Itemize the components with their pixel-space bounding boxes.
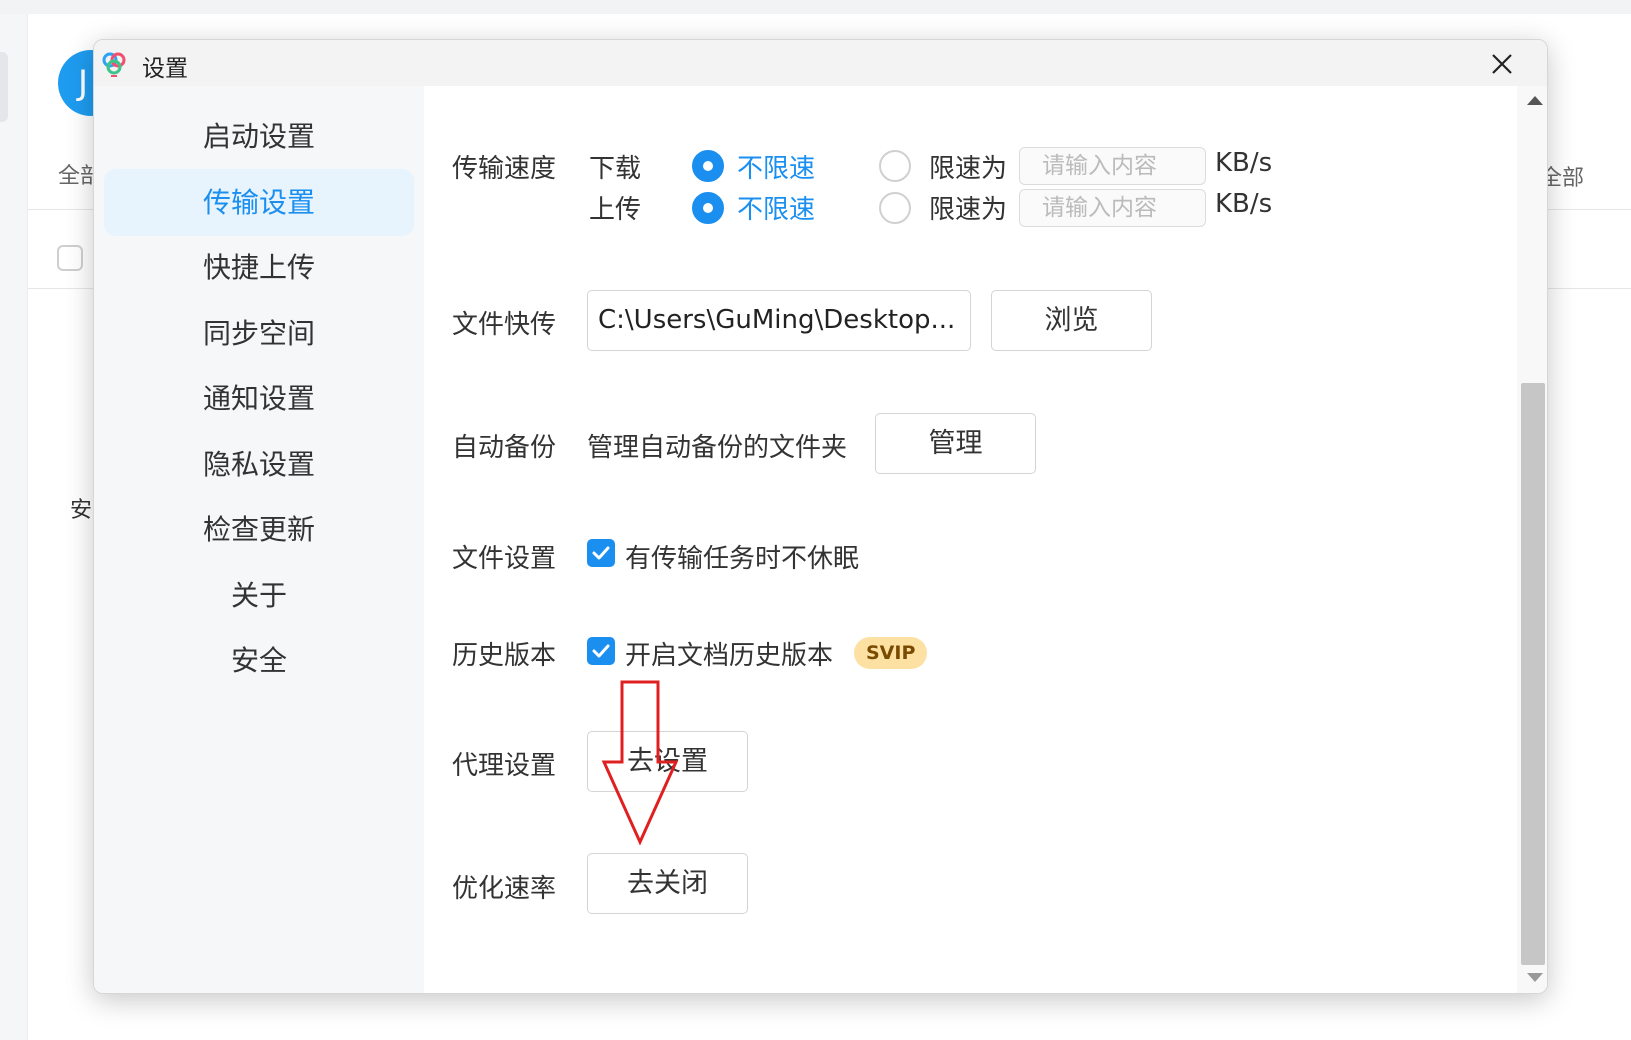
background-top-bar [0,0,1631,14]
check-icon [592,644,610,658]
svip-badge: SVIP [854,637,928,669]
sidebar-item-notification[interactable]: 通知设置 [104,365,414,432]
no-sleep-option-label[interactable]: 有传输任务时不休眠 [625,538,859,575]
history-version-checkbox[interactable] [587,637,615,665]
optimize-rate-label: 优化速率 [452,874,557,904]
sidebar-item-sync-space[interactable]: 同步空间 [104,300,414,367]
download-limit-input[interactable]: 请输入内容 [1019,147,1206,185]
background-left-strip [0,14,28,1040]
background-select-all-checkbox[interactable] [57,245,83,271]
history-version-option-label[interactable]: 开启文档历史版本 [625,635,833,672]
upload-unlimited-radio[interactable] [692,192,724,224]
browse-button[interactable]: 浏览 [991,290,1152,351]
dialog-titlebar[interactable]: 设置 [94,40,1547,86]
download-label: 下载 [589,154,642,184]
app-logo-icon [102,52,126,77]
proxy-settings-button[interactable]: 去设置 [587,731,748,792]
file-quick-label: 文件快传 [452,310,557,340]
sidebar-item-check-update[interactable]: 检查更新 [104,496,414,563]
close-button[interactable] [1484,46,1520,82]
transfer-speed-label: 传输速度 [452,154,557,184]
upload-limit-input[interactable]: 请输入内容 [1019,189,1206,227]
sidebar-item-startup[interactable]: 启动设置 [104,103,414,170]
download-limit-label[interactable]: 限速为 [929,148,1007,185]
dialog-title: 设置 [142,56,188,82]
sidebar-item-privacy[interactable]: 隐私设置 [104,431,414,498]
check-icon [592,546,610,560]
upload-label: 上传 [589,195,642,225]
background-nav-chip[interactable] [0,52,8,122]
scroll-down-arrow-icon[interactable] [1527,973,1543,982]
manage-button[interactable]: 管理 [875,413,1036,474]
history-version-label: 历史版本 [452,641,557,671]
upload-unit-label: KB/s [1215,189,1273,219]
sidebar-item-about[interactable]: 关于 [104,562,414,629]
upload-limit-radio[interactable] [879,192,911,224]
upload-unlimited-label[interactable]: 不限速 [737,189,815,226]
file-quick-path-field[interactable]: C:\Users\GuMing\Desktop... [587,290,971,351]
sidebar-item-security[interactable]: 安全 [104,627,414,694]
settings-dialog: 设置 启动设置 传输设置 快捷上传 同步空间 通知设置 隐私设置 检查更新 关于… [93,39,1548,994]
scroll-up-arrow-icon[interactable] [1527,96,1543,105]
scroll-thumb[interactable] [1521,383,1545,965]
download-unlimited-label[interactable]: 不限速 [737,148,815,185]
settings-sidebar: 启动设置 传输设置 快捷上传 同步空间 通知设置 隐私设置 检查更新 关于 安全 [94,86,424,993]
background-side-text: 安 [70,498,93,523]
proxy-label: 代理设置 [452,751,557,781]
auto-backup-description: 管理自动备份的文件夹 [587,433,848,463]
download-limit-radio[interactable] [879,150,911,182]
settings-content: 传输速度 下载 不限速 限速为 请输入内容 KB/s 上传 不限速 限速为 请输… [424,86,1489,993]
sidebar-item-transfer[interactable]: 传输设置 [104,169,414,236]
upload-limit-label[interactable]: 限速为 [929,189,1007,226]
auto-backup-label: 自动备份 [452,433,557,463]
file-settings-label: 文件设置 [452,544,557,574]
sidebar-item-quick-upload[interactable]: 快捷上传 [104,234,414,301]
vertical-scrollbar[interactable] [1517,86,1547,993]
close-icon [1492,54,1512,74]
optimize-close-button[interactable]: 去关闭 [587,853,748,914]
download-unit-label: KB/s [1215,148,1273,178]
download-unlimited-radio[interactable] [692,150,724,182]
no-sleep-checkbox[interactable] [587,539,615,567]
